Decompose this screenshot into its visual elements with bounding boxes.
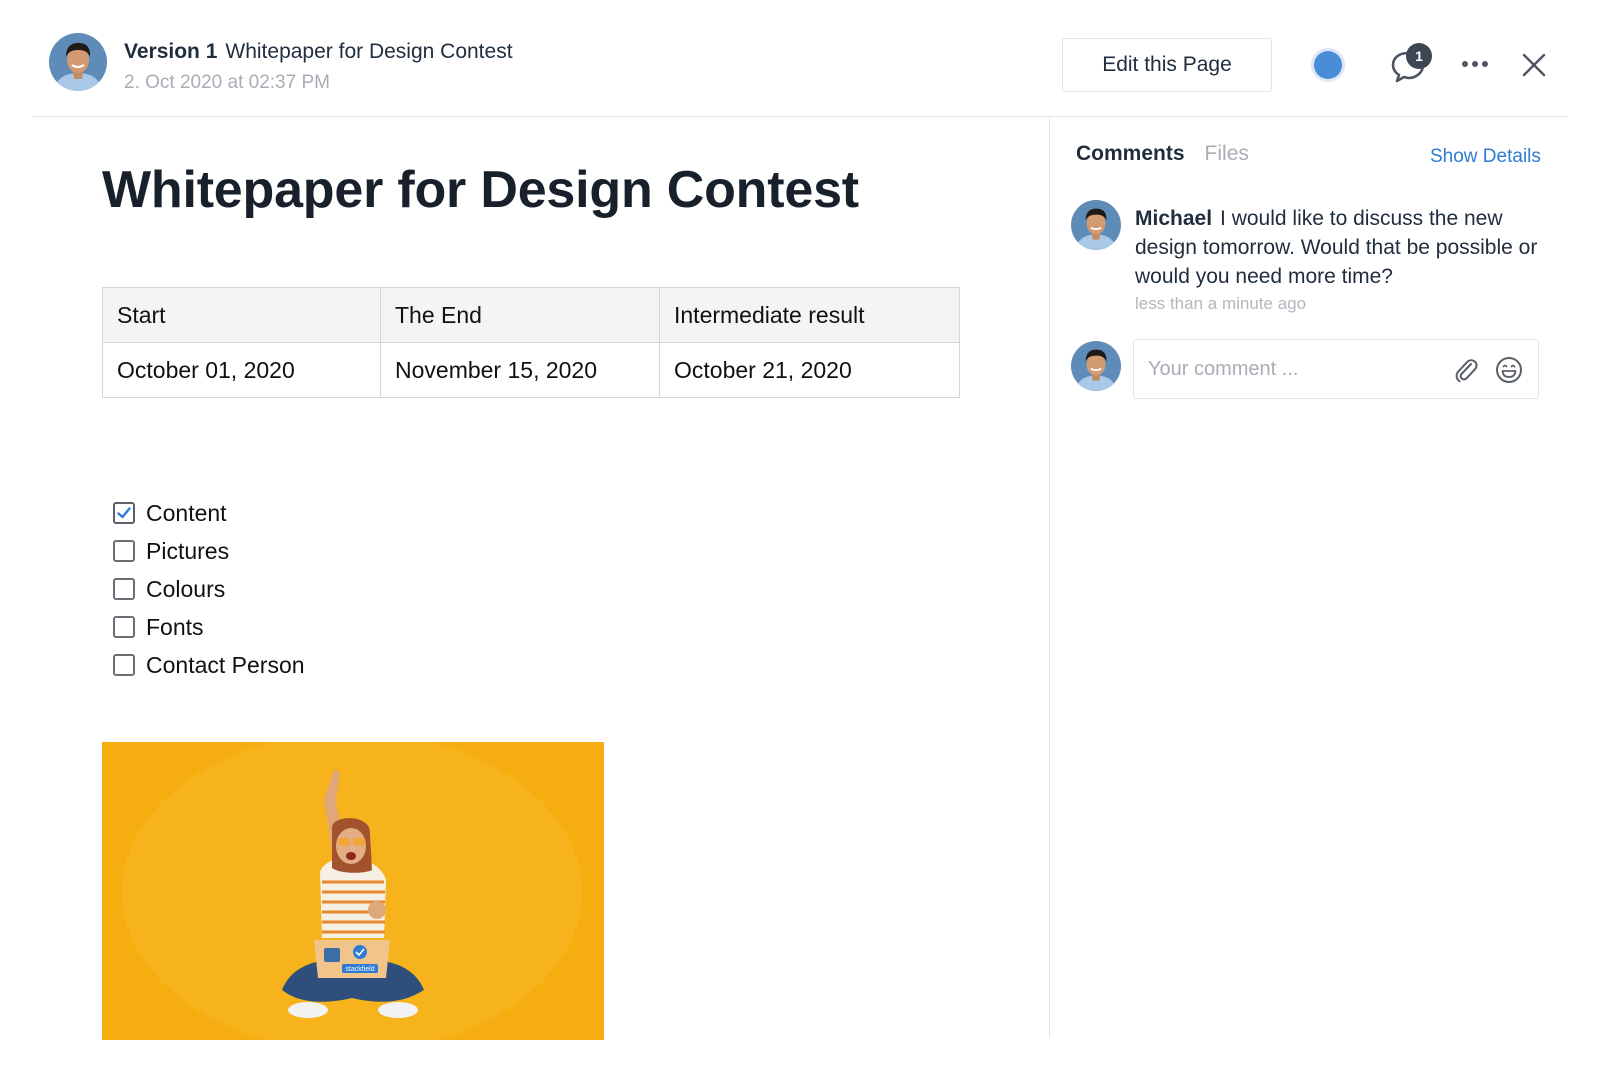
status-dot-icon[interactable] [1314,51,1342,79]
comment-count-badge: 1 [1406,43,1432,69]
comment-body: Michael I would like to discuss the new d… [1135,204,1545,291]
table-row: October 01, 2020 November 15, 2020 Octob… [102,342,960,398]
checklist-label: Content [146,499,227,526]
header-divider [32,116,1568,117]
checkbox-checked[interactable] [113,502,135,524]
comment-composer [1133,339,1539,399]
checklist-item: Pictures [113,532,305,570]
checkbox[interactable] [113,578,135,600]
sidebar-tabs: Comments Files [1076,142,1249,166]
table-header-cell: The End [380,287,660,343]
checkmark-icon [117,507,131,519]
close-icon[interactable] [1521,52,1547,78]
header-date: 2. Oct 2020 at 02:37 PM [124,72,330,93]
checklist-item: Colours [113,570,305,608]
sidebar-divider [1049,118,1050,1038]
commenter-avatar [1071,200,1121,250]
more-options-icon[interactable] [1460,56,1490,72]
checkbox[interactable] [113,540,135,562]
checkbox[interactable] [113,654,135,676]
checklist-item: Content [113,494,305,532]
checkbox[interactable] [113,616,135,638]
edit-page-button[interactable]: Edit this Page [1062,38,1272,92]
document-name: Whitepaper for Design Contest [225,40,513,63]
tab-comments[interactable]: Comments [1076,142,1185,166]
page-header: Version 1 Whitepaper for Design Contest 2… [0,0,1600,118]
sticker-text: stackfield [345,966,374,973]
table-header-cell: Intermediate result [659,287,960,343]
table-cell: October 21, 2020 [659,342,960,398]
comment-time: less than a minute ago [1135,294,1307,313]
version-label: Version 1 [124,40,218,63]
header-title: Version 1 Whitepaper for Design Contest [124,40,513,64]
table-header-row: Start The End Intermediate result [102,287,960,343]
table-cell: October 01, 2020 [102,342,381,398]
checklist-label: Pictures [146,537,230,564]
dates-table: Start The End Intermediate result Octobe… [102,287,960,398]
hero-image: stackfield [102,742,604,1040]
table-cell: November 15, 2020 [380,342,660,398]
table-header-cell: Start [102,287,381,343]
checklist-label: Contact Person [146,651,305,678]
checklist-item: Fonts [113,608,305,646]
author-avatar [49,33,107,91]
current-user-avatar [1071,341,1121,391]
tab-files[interactable]: Files [1205,142,1249,166]
checklist-label: Fonts [146,613,204,640]
comment-input[interactable] [1148,352,1448,386]
checklist-item: Contact Person [113,646,305,684]
checklist: Content Pictures Colours Fonts Contact P… [113,494,305,684]
paperclip-icon[interactable] [1452,355,1480,385]
comment-author: Michael [1135,207,1213,230]
checklist-label: Colours [146,575,226,602]
show-details-link[interactable]: Show Details [1430,146,1541,168]
emoji-icon[interactable] [1494,355,1524,385]
page-title: Whitepaper for Design Contest [102,161,859,219]
